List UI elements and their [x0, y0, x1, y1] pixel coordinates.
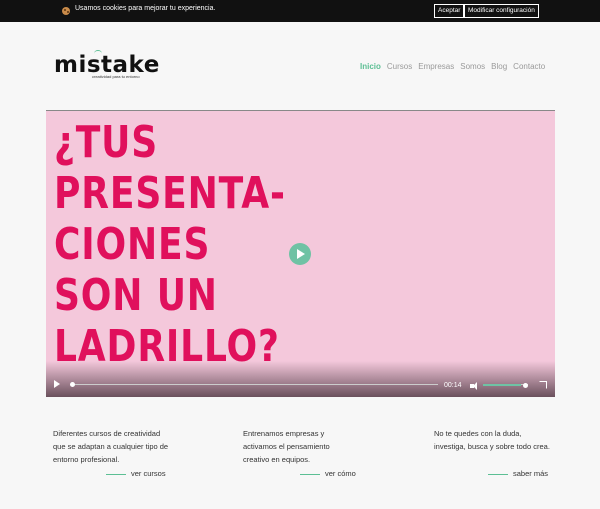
- time-display: 00:14: [444, 382, 462, 389]
- volume-knob[interactable]: [523, 383, 528, 388]
- divider: [106, 474, 126, 475]
- cookie-icon: [62, 7, 70, 15]
- headline-line: PRESENTA-: [54, 168, 286, 219]
- ver-como-link[interactable]: ver cómo: [325, 469, 356, 478]
- nav-item-blog[interactable]: Blog: [491, 62, 507, 71]
- divider: [300, 474, 320, 475]
- nav-item-empresas[interactable]: Empresas: [418, 62, 454, 71]
- cookie-accept-button[interactable]: Aceptar: [434, 4, 465, 18]
- feature-courses-text: Diferentes cursos de creatividad que se …: [53, 429, 169, 464]
- volume-fill: [483, 384, 521, 386]
- nav-item-cursos[interactable]: Cursos: [387, 62, 412, 71]
- site-logo[interactable]: mistake creatividad para tu entorno: [54, 50, 169, 84]
- saber-mas-link[interactable]: saber más: [513, 469, 548, 478]
- headline-line: CIONES: [54, 219, 211, 270]
- cookie-settings-button[interactable]: Modificar configuración: [464, 4, 539, 18]
- fullscreen-icon[interactable]: [539, 381, 547, 389]
- main-nav: Inicio Cursos Empresas Somos Blog Contac…: [360, 62, 551, 71]
- hero-video[interactable]: ¿TUS PRESENTA- CIONES SON UN LADRILLO? 0…: [46, 110, 555, 397]
- video-headline: ¿TUS PRESENTA- CIONES SON UN LADRILLO?: [54, 117, 286, 372]
- cookie-bar: Usamos cookies para mejorar tu experienc…: [0, 0, 600, 22]
- cookie-message: Usamos cookies para mejorar tu experienc…: [75, 5, 216, 12]
- feature-explore-text: No te quedes con la duda, investiga, bus…: [434, 429, 550, 451]
- video-controls: 00:14: [46, 361, 555, 397]
- headline-line: SON UN: [54, 270, 218, 321]
- nav-item-contacto[interactable]: Contacto: [513, 62, 545, 71]
- feature-companies-text: Entrenamos empresas y activamos el pensa…: [243, 429, 330, 464]
- nav-item-inicio[interactable]: Inicio: [360, 62, 381, 71]
- logo-tagline: creatividad para tu entorno: [92, 74, 140, 79]
- ver-cursos-link[interactable]: ver cursos: [131, 469, 166, 478]
- play-icon[interactable]: [54, 380, 60, 388]
- play-overlay-button[interactable]: [289, 243, 311, 265]
- divider: [488, 474, 508, 475]
- headline-line: ¿TUS: [54, 117, 159, 168]
- progress-bar[interactable]: [70, 384, 438, 385]
- progress-knob[interactable]: [70, 382, 75, 387]
- nav-item-somos[interactable]: Somos: [460, 62, 485, 71]
- volume-icon[interactable]: [470, 382, 477, 390]
